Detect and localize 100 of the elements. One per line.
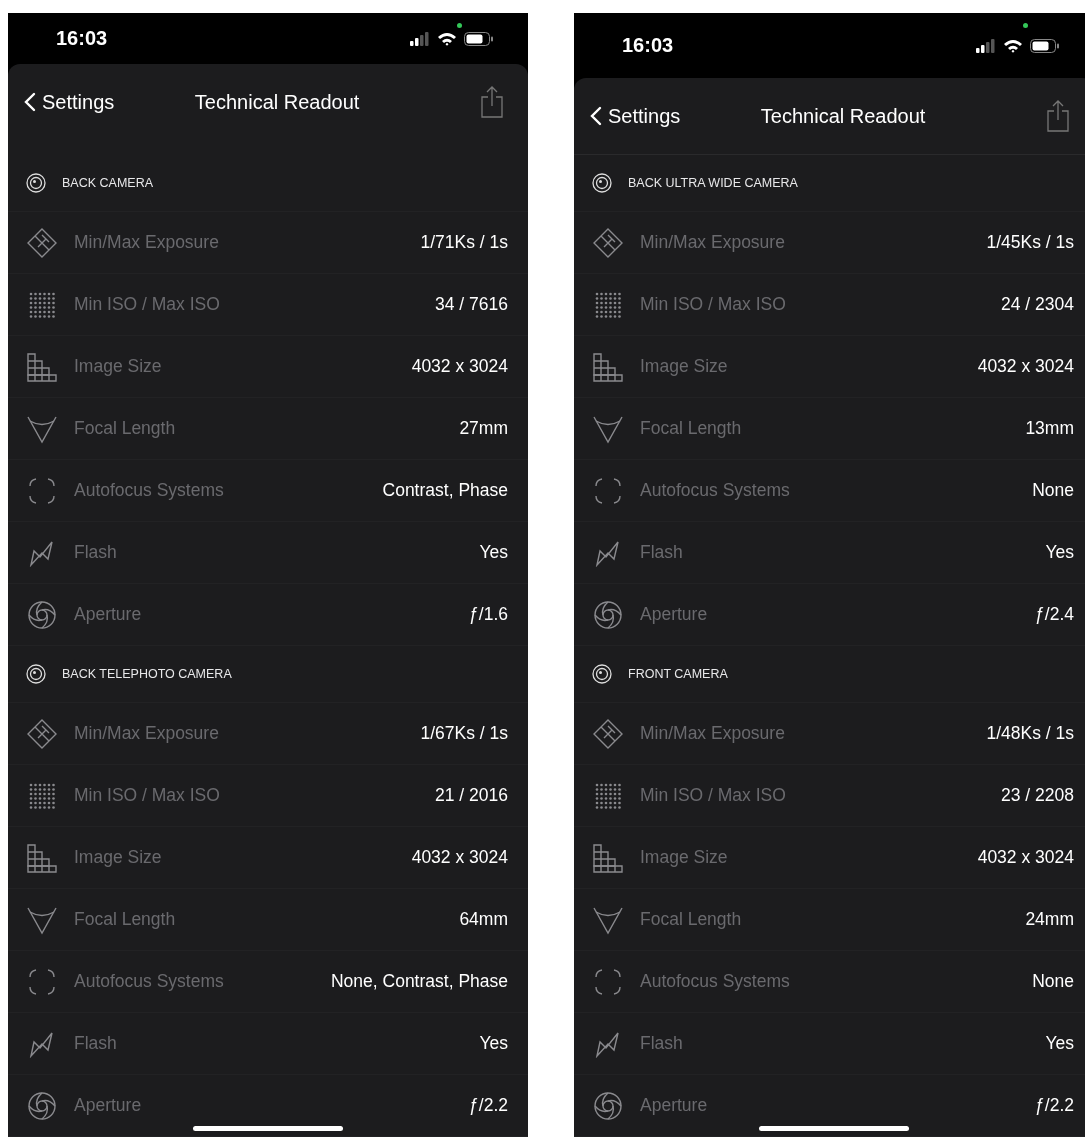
aperture-icon bbox=[27, 599, 57, 630]
row-label: Flash bbox=[640, 1033, 684, 1054]
row-label: Image Size bbox=[640, 847, 729, 868]
aperture-icon bbox=[27, 1090, 57, 1121]
row-label: Focal Length bbox=[640, 418, 743, 439]
row-label: Image Size bbox=[74, 356, 163, 377]
row-value: 24 / 2304 bbox=[1001, 294, 1074, 315]
row-label: Flash bbox=[74, 542, 118, 563]
section-header: BACK ULTRA WIDE CAMERA bbox=[628, 176, 798, 190]
section-header: FRONT CAMERA bbox=[628, 667, 728, 681]
row-value: 34 / 7616 bbox=[435, 294, 508, 315]
row-value: 27mm bbox=[459, 418, 508, 439]
battery-icon bbox=[464, 31, 494, 46]
row-label: Aperture bbox=[74, 1095, 143, 1116]
row-label: Min/Max Exposure bbox=[74, 232, 220, 253]
row-value: 4032 x 3024 bbox=[411, 847, 508, 868]
share-icon bbox=[480, 85, 504, 119]
wifi-icon bbox=[1003, 38, 1023, 53]
row-value: 1/45Ks / 1s bbox=[986, 232, 1074, 253]
row-value: 24mm bbox=[1025, 909, 1074, 930]
row-value: 13mm bbox=[1025, 418, 1074, 439]
row-value: 4032 x 3024 bbox=[411, 356, 508, 377]
row-value: Contrast, Phase bbox=[382, 480, 508, 501]
battery-icon bbox=[1030, 38, 1060, 53]
grid-icon bbox=[26, 351, 58, 382]
focus-brackets-icon bbox=[594, 967, 622, 996]
diamond-icon bbox=[592, 226, 624, 259]
focus-brackets-icon bbox=[594, 476, 622, 505]
chevron-left-icon bbox=[24, 92, 36, 112]
aperture-icon bbox=[593, 1090, 623, 1121]
row-value: Yes bbox=[479, 542, 508, 563]
wifi-icon bbox=[437, 31, 457, 46]
section-header: BACK TELEPHOTO CAMERA bbox=[62, 667, 232, 681]
share-button[interactable] bbox=[480, 85, 504, 119]
row-value: ƒ/1.6 bbox=[469, 604, 508, 625]
camera-lens-icon bbox=[592, 173, 612, 193]
camera-lens-icon bbox=[592, 664, 612, 684]
row-label: Autofocus Systems bbox=[640, 480, 791, 501]
row-label: Autofocus Systems bbox=[640, 971, 791, 992]
row-value: None bbox=[1032, 480, 1074, 501]
row-label: Min/Max Exposure bbox=[640, 723, 786, 744]
back-button[interactable]: Settings bbox=[24, 90, 115, 114]
row-label: Focal Length bbox=[74, 909, 177, 930]
share-button[interactable] bbox=[1046, 99, 1070, 133]
row-value: 64mm bbox=[459, 909, 508, 930]
row-label: Autofocus Systems bbox=[74, 480, 225, 501]
row-label: Min/Max Exposure bbox=[74, 723, 220, 744]
section-header: BACK CAMERA bbox=[62, 176, 153, 190]
screen-title: Technical Readout bbox=[759, 104, 927, 128]
status-time: 16:03 bbox=[622, 34, 674, 57]
grid-icon bbox=[592, 351, 624, 382]
chevron-left-icon bbox=[590, 106, 602, 126]
row-value: 23 / 2208 bbox=[1001, 785, 1074, 806]
diamond-icon bbox=[26, 226, 58, 259]
row-value: 4032 x 3024 bbox=[977, 356, 1074, 377]
diamond-icon bbox=[592, 717, 624, 750]
row-value: Yes bbox=[1045, 542, 1074, 563]
row-value: ƒ/2.2 bbox=[1035, 1095, 1074, 1116]
row-value: ƒ/2.2 bbox=[469, 1095, 508, 1116]
row-value: 1/48Ks / 1s bbox=[986, 723, 1074, 744]
focus-brackets-icon bbox=[28, 476, 56, 505]
row-label: Focal Length bbox=[640, 909, 743, 930]
share-icon bbox=[1046, 99, 1070, 133]
row-label: Image Size bbox=[74, 847, 163, 868]
row-label: Aperture bbox=[640, 1095, 709, 1116]
back-button[interactable]: Settings bbox=[590, 104, 681, 128]
row-label: Min ISO / Max ISO bbox=[640, 785, 787, 806]
grid-icon bbox=[592, 842, 624, 873]
signal-icon bbox=[976, 38, 996, 53]
row-value: 1/67Ks / 1s bbox=[420, 723, 508, 744]
row-value: None, Contrast, Phase bbox=[330, 971, 508, 992]
diamond-icon bbox=[26, 717, 58, 750]
privacy-indicator-icon bbox=[1023, 23, 1028, 28]
camera-lens-icon bbox=[26, 664, 46, 684]
row-label: Image Size bbox=[640, 356, 729, 377]
privacy-indicator-icon bbox=[457, 23, 462, 28]
row-label: Aperture bbox=[74, 604, 143, 625]
grid-icon bbox=[26, 842, 58, 873]
dot-grid-icon bbox=[28, 290, 56, 319]
row-label: Autofocus Systems bbox=[74, 971, 225, 992]
row-label: Flash bbox=[640, 542, 684, 563]
row-value: 1/71Ks / 1s bbox=[420, 232, 508, 253]
row-label: Min ISO / Max ISO bbox=[74, 294, 221, 315]
row-label: Min ISO / Max ISO bbox=[640, 294, 787, 315]
row-value: Yes bbox=[1045, 1033, 1074, 1054]
status-time: 16:03 bbox=[56, 27, 108, 50]
row-value: None bbox=[1032, 971, 1074, 992]
row-label: Focal Length bbox=[74, 418, 177, 439]
focus-brackets-icon bbox=[28, 967, 56, 996]
dot-grid-icon bbox=[28, 781, 56, 810]
row-value: 4032 x 3024 bbox=[977, 847, 1074, 868]
camera-lens-icon bbox=[26, 173, 46, 193]
aperture-icon bbox=[593, 599, 623, 630]
row-value: ƒ/2.4 bbox=[1035, 604, 1074, 625]
dot-grid-icon bbox=[594, 290, 622, 319]
row-label: Min ISO / Max ISO bbox=[74, 785, 221, 806]
row-value: Yes bbox=[479, 1033, 508, 1054]
signal-icon bbox=[410, 31, 430, 46]
row-label: Flash bbox=[74, 1033, 118, 1054]
row-value: 21 / 2016 bbox=[435, 785, 508, 806]
